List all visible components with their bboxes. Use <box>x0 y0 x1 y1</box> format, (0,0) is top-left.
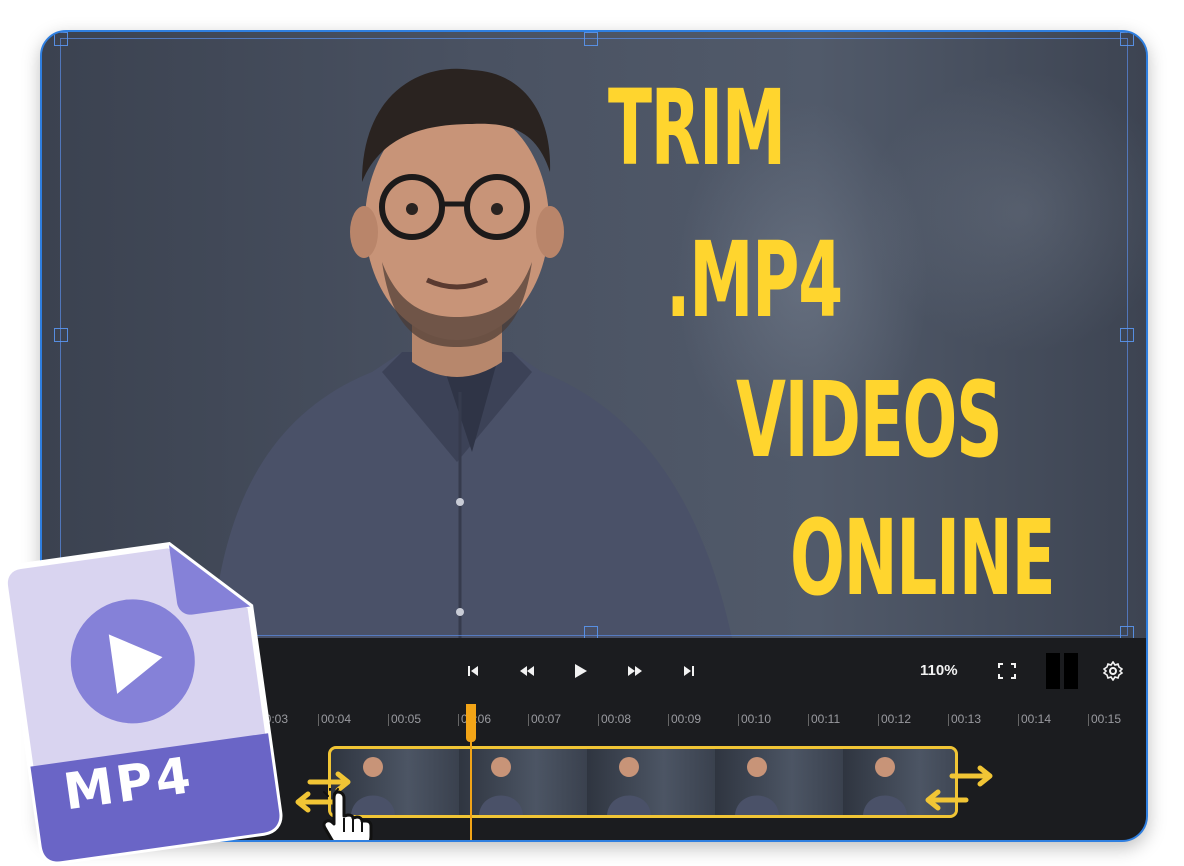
timeline-tick-label: 00:04 <box>321 712 352 726</box>
headline-line-1: TRIM <box>608 67 786 189</box>
timeline-tick <box>1018 714 1019 726</box>
resize-handle-bottom[interactable] <box>584 626 598 638</box>
timeline-tick <box>668 714 669 726</box>
resize-handle-top-left[interactable] <box>54 32 68 46</box>
timeline-tick-label: 00:09 <box>671 712 702 726</box>
timeline-tick <box>878 714 879 726</box>
split-icon[interactable] <box>1042 652 1082 690</box>
timeline-tick-label: 00:15 <box>1091 712 1122 726</box>
clip-thumbnail-figures <box>351 757 907 815</box>
timeline-tick <box>948 714 949 726</box>
zoom-level[interactable]: 110% <box>920 662 958 679</box>
hand-cursor-icon <box>322 788 373 840</box>
playhead-handle[interactable] <box>466 704 476 742</box>
timeline-tick <box>808 714 809 726</box>
mp4-file-icon <box>1 542 283 865</box>
timeline-tick <box>1088 714 1089 726</box>
rewind-icon[interactable] <box>516 660 538 682</box>
timeline-tick-label: 00:05 <box>391 712 422 726</box>
trim-right-arrows-icon[interactable] <box>922 760 1002 820</box>
headline-line-2: .MP4 <box>666 219 843 341</box>
timeline-tick <box>738 714 739 726</box>
fast-forward-icon[interactable] <box>624 660 646 682</box>
timeline-tick-label: 00:12 <box>881 712 912 726</box>
timeline-tick <box>598 714 599 726</box>
timeline-tick-label: 00:14 <box>1021 712 1052 726</box>
resize-handle-left[interactable] <box>54 328 68 342</box>
headline-line-3: VIDEOS <box>736 359 1003 481</box>
timeline-tick-label: 00:10 <box>741 712 772 726</box>
skip-forward-icon[interactable] <box>678 660 700 682</box>
timeline-tick <box>528 714 529 726</box>
resize-handle-bottom-right[interactable] <box>1120 626 1134 638</box>
resize-handle-top[interactable] <box>584 32 598 46</box>
headline-line-4: ONLINE <box>790 497 1056 619</box>
timeline-tick-label: 00:11 <box>811 712 841 726</box>
timeline-tick <box>318 714 319 726</box>
timeline-tick-label: 00:08 <box>601 712 632 726</box>
timeline-tick-label: 00:07 <box>531 712 562 726</box>
resize-handle-top-right[interactable] <box>1120 32 1134 46</box>
settings-icon[interactable] <box>1102 660 1124 682</box>
timeline-tick <box>458 714 459 726</box>
skip-back-icon[interactable] <box>462 660 484 682</box>
play-icon[interactable] <box>570 660 592 682</box>
timeline-tick <box>388 714 389 726</box>
video-clip[interactable] <box>328 746 958 818</box>
resize-handle-right[interactable] <box>1120 328 1134 342</box>
fullscreen-icon[interactable] <box>996 660 1018 682</box>
timeline-tick-label: 00:13 <box>951 712 982 726</box>
